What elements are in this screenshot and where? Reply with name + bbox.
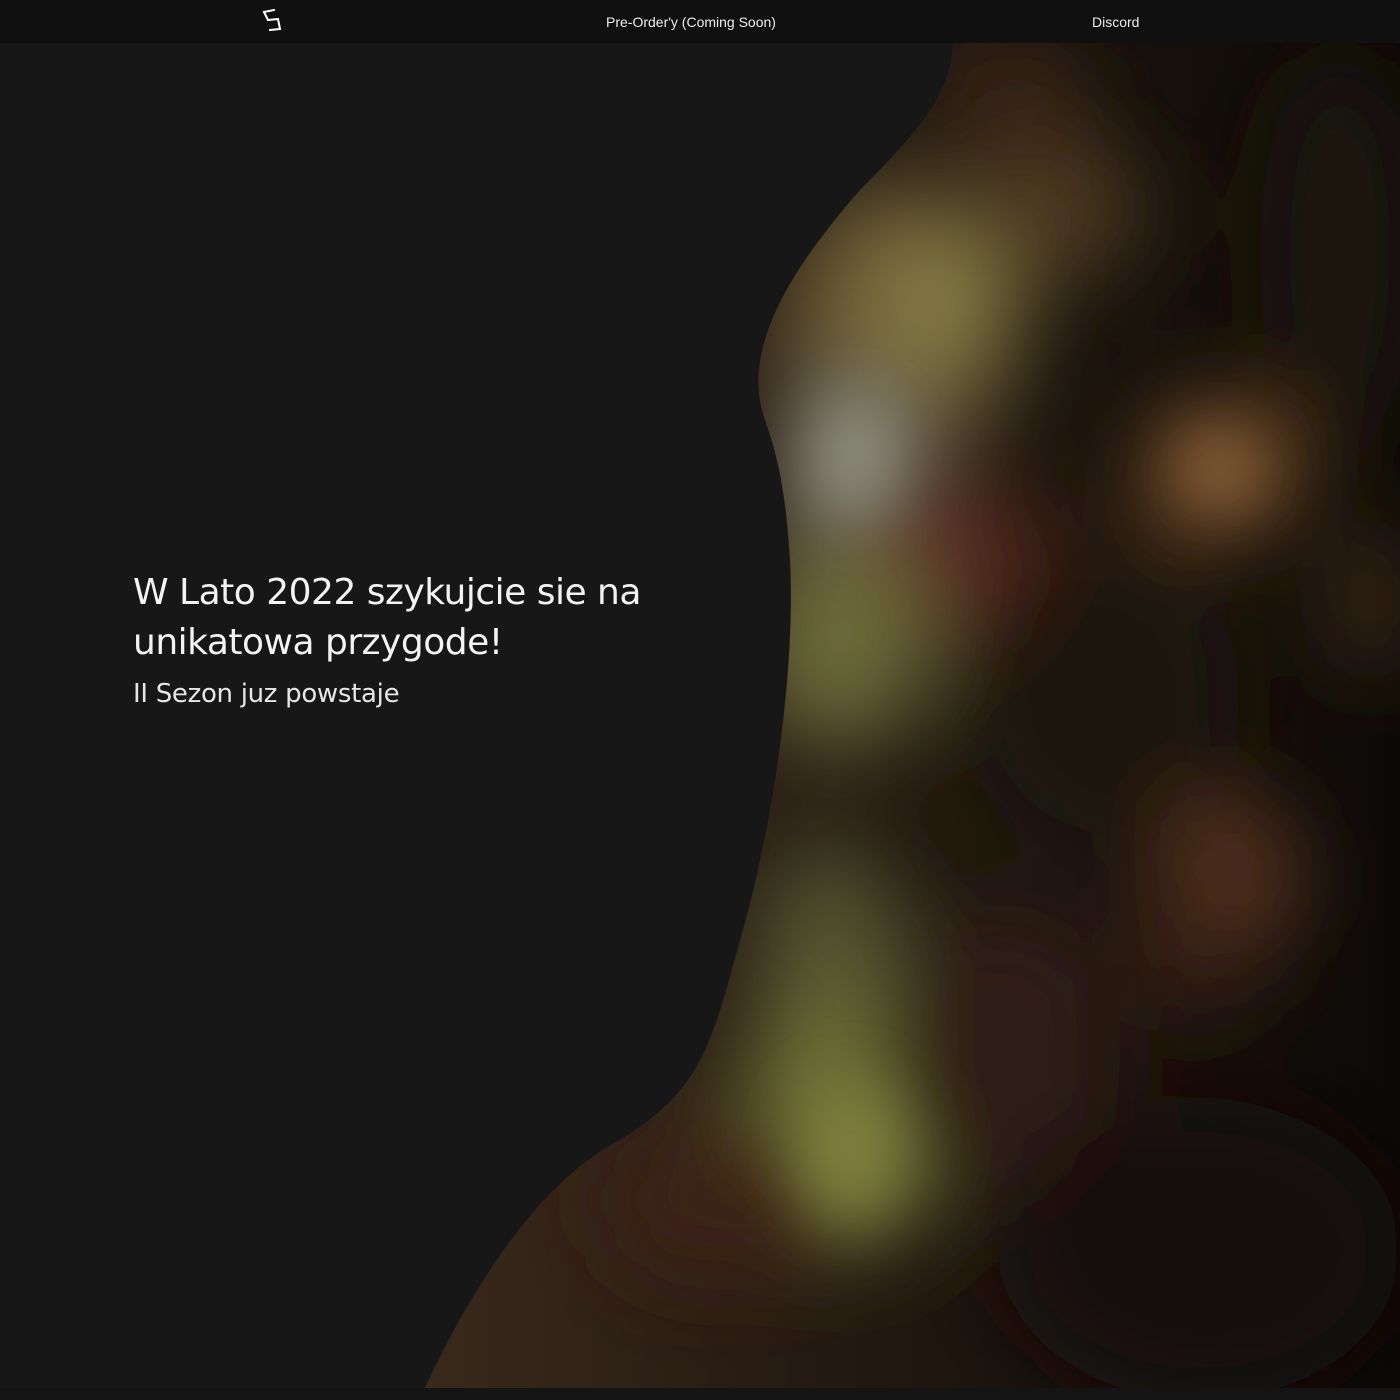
nav-link-discord[interactable]: Discord — [1092, 13, 1139, 31]
hero-subtitle: II Sezon juz powstaje — [133, 679, 400, 709]
hero-title: W Lato 2022 szykujcie sie na unikatowa p… — [133, 572, 641, 663]
brand-s-logo-icon — [262, 8, 282, 32]
top-navigation-bar: Pre-Order'y (Coming Soon) Discord — [0, 0, 1400, 43]
bottom-edge-strip — [0, 1388, 1400, 1400]
hero-section: W Lato 2022 szykujcie sie na unikatowa p… — [133, 568, 753, 712]
landing-page: Pre-Order'y (Coming Soon) Discord W Lato… — [0, 0, 1400, 1400]
blurred-hero-artwork — [425, 43, 1400, 1388]
brand-logo-link[interactable] — [260, 8, 284, 34]
nav-link-preorders[interactable]: Pre-Order'y (Coming Soon) — [606, 13, 776, 31]
